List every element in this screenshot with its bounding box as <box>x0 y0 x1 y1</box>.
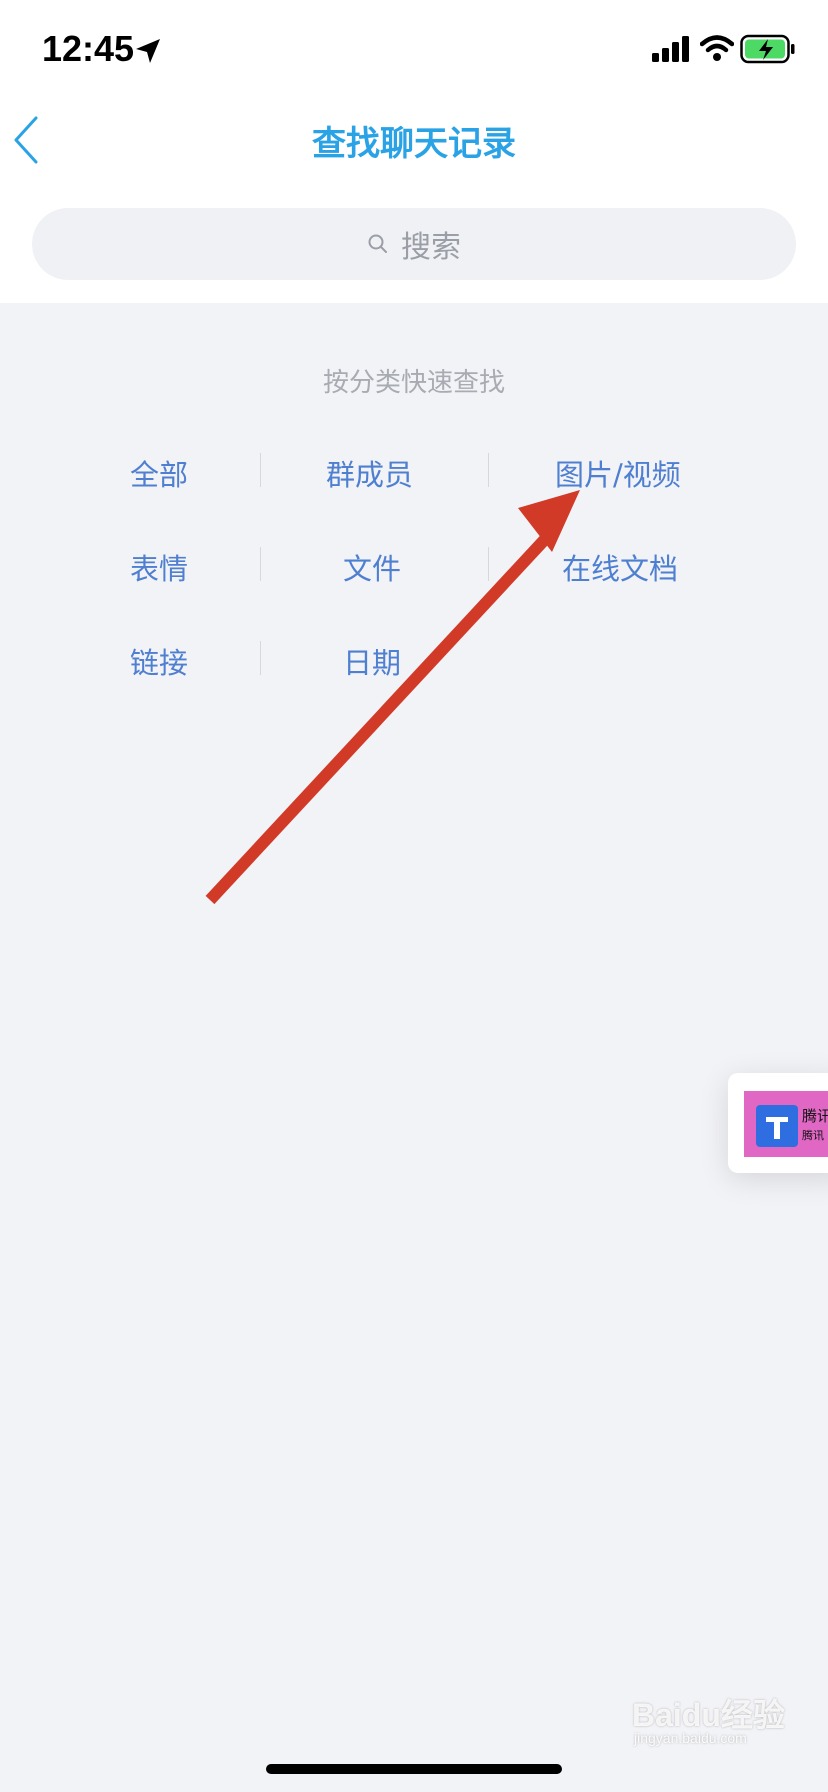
floating-card-title: 腾讯 <box>802 1107 828 1125</box>
category-divider <box>260 641 261 675</box>
floating-card[interactable]: 腾讯 腾讯 <box>728 1073 828 1173</box>
category-online-docs[interactable]: 在线文档 <box>562 546 678 588</box>
category-emoji[interactable]: 表情 <box>130 546 188 588</box>
category-divider <box>488 547 489 581</box>
watermark-url: jingyan.baidu.com <box>634 1730 747 1746</box>
search-placeholder: 搜索 <box>401 230 461 265</box>
page-title: 查找聊天记录 <box>312 124 516 164</box>
category-divider <box>260 547 261 581</box>
floating-card-subtitle: 腾讯 <box>802 1129 824 1142</box>
location-arrow-icon <box>136 39 160 63</box>
category-divider <box>260 453 261 487</box>
app-logo-icon <box>756 1105 798 1147</box>
category-files[interactable]: 文件 <box>343 546 401 588</box>
status-time: 12:45 <box>42 28 135 69</box>
battery-charging-icon <box>740 34 795 64</box>
home-indicator[interactable] <box>266 1764 562 1774</box>
category-divider <box>488 453 489 487</box>
category-photos-videos[interactable]: 图片/视频 <box>555 452 681 494</box>
search-icon <box>368 234 387 253</box>
wifi-icon <box>700 35 734 61</box>
category-group-members[interactable]: 群成员 <box>326 452 413 494</box>
category-date[interactable]: 日期 <box>343 640 401 682</box>
section-label: 按分类快速查找 <box>322 368 505 398</box>
category-all[interactable]: 全部 <box>130 452 188 494</box>
signal-icon <box>652 36 689 62</box>
category-links[interactable]: 链接 <box>130 640 188 682</box>
floating-card-thumbnail: 腾讯 腾讯 <box>744 1091 828 1157</box>
search-input[interactable]: 搜索 <box>32 208 796 280</box>
